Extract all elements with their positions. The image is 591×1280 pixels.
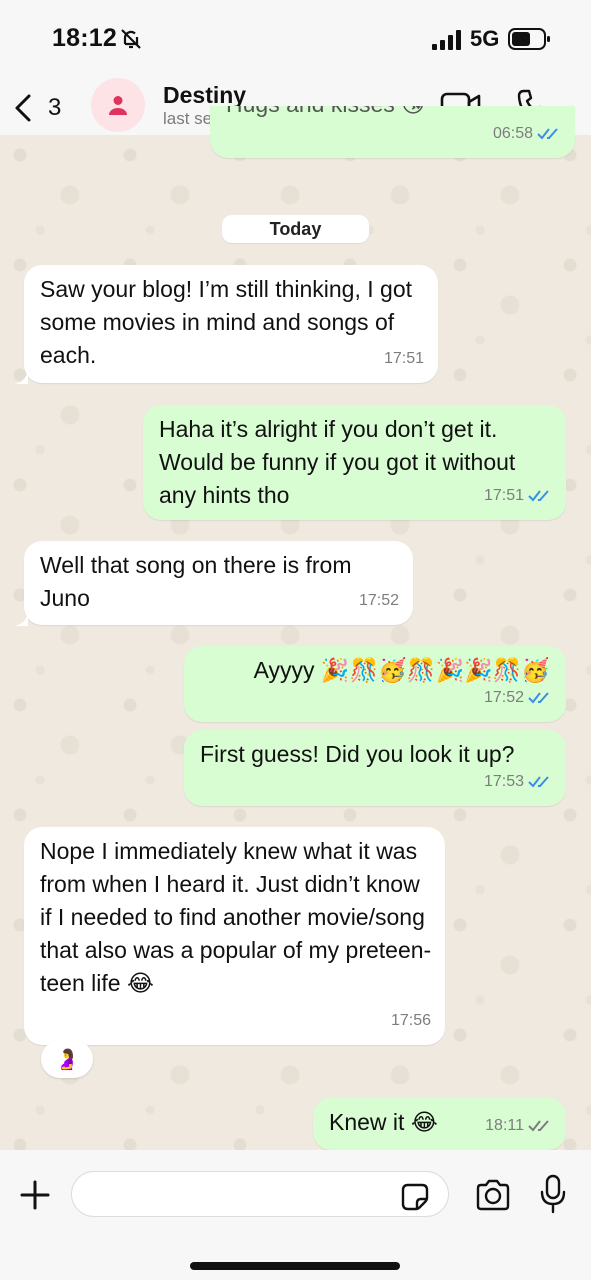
message-meta: 17:51 [384,342,424,375]
message-text: Hugs and kisses 😘 [226,106,425,121]
read-receipt-icon [528,775,549,788]
message-reaction[interactable]: 🤰 [41,1040,93,1078]
home-indicator [190,1262,400,1270]
message-bubble-outgoing[interactable]: Hugs and kisses 😘 06:58 [210,106,575,158]
back-chevron-icon [15,94,31,122]
message-meta: 18:11 [485,1109,552,1142]
message-composer [0,1150,591,1280]
message-time: 17:52 [483,689,524,706]
message-bubble-outgoing[interactable]: Ayyyy 🎉🎊🥳🎊🎉🎉🎊🥳 17:52 [184,646,566,722]
message-bubble-incoming[interactable]: Nope I immediately knew what it was from… [24,827,445,1045]
message-time: 18:11 [485,1117,524,1134]
bubble-tail [14,370,28,384]
date-separator: Today [222,215,369,243]
message-bubble-outgoing[interactable]: First guess! Did you look it up? 17:53 [184,730,566,806]
message-bubble-incoming[interactable]: Saw your blog! I’m still thinking, I got… [24,265,438,383]
camera-icon[interactable] [474,1178,512,1212]
microphone-icon[interactable] [538,1174,568,1214]
network-type: 5G [470,26,500,51]
message-meta: 17:53 [484,765,552,798]
message-input[interactable] [71,1171,449,1217]
contact-name[interactable]: Destiny [163,82,246,109]
plus-icon[interactable] [18,1178,52,1212]
message-text: Saw your blog! I’m still thinking, I got… [40,276,419,368]
message-time: 17:52 [358,592,399,609]
message-bubble-outgoing[interactable]: Haha it’s alright if you don’t get it. W… [143,405,566,520]
message-meta: 06:58 [493,117,561,150]
signal-icon [432,30,461,50]
status-bar: 18:12 5G [0,0,591,76]
message-meta: 17:51 [484,479,552,512]
message-time: 06:58 [492,125,533,142]
read-receipt-icon [537,127,558,140]
back-button[interactable]: 3 [12,88,72,128]
delivered-receipt-icon [528,1119,549,1132]
message-meta: 17:56 [391,1004,431,1037]
message-time: 17:51 [483,487,524,504]
message-text: Well that song on there is from Juno [40,552,358,611]
sticker-icon[interactable] [400,1182,430,1212]
message-bubble-incoming[interactable]: Well that song on there is from Juno 17:… [24,541,413,625]
message-bubble-outgoing[interactable]: Knew it 😂 18:11 [313,1098,566,1150]
bell-slash-icon [121,29,141,49]
message-time: 17:53 [483,773,524,790]
message-text: Nope I immediately knew what it was from… [40,838,432,996]
avatar[interactable] [91,78,145,132]
message-meta: 17:52 [359,584,399,617]
bubble-tail [14,612,28,626]
unread-chats-count: 3 [48,94,62,121]
message-meta: 17:52 [484,681,552,714]
message-time: 17:56 [390,1012,431,1029]
message-time: 17:51 [383,350,424,367]
status-time: 18:12 [52,24,117,52]
user-icon [109,96,127,115]
read-receipt-icon [528,691,549,704]
battery-icon [508,28,550,50]
read-receipt-icon [528,489,549,502]
